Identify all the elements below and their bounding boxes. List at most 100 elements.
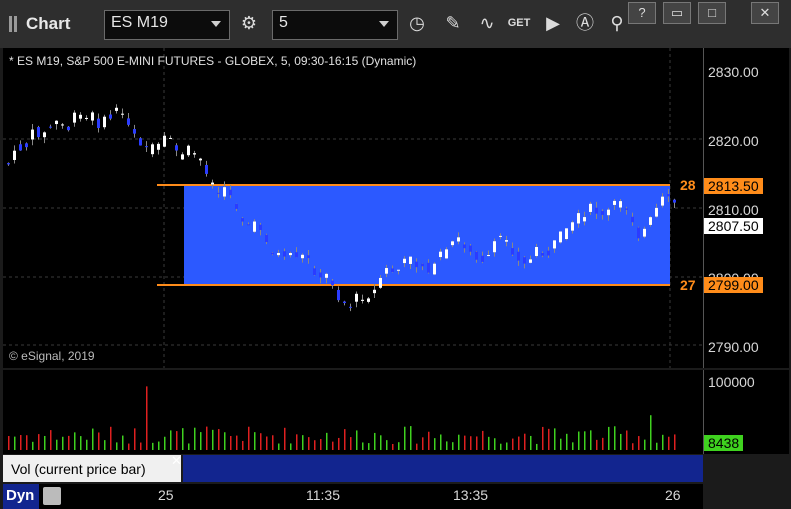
candle-body — [559, 231, 562, 243]
grip-handle-left[interactable] — [9, 16, 12, 32]
candle-body — [427, 262, 430, 273]
volume-bar — [368, 443, 370, 450]
candle-body — [493, 241, 496, 253]
volume-bar — [152, 442, 154, 450]
candle-body — [193, 153, 196, 155]
candle-body — [211, 182, 214, 185]
volume-bar — [182, 428, 184, 450]
volume-bar — [452, 442, 454, 450]
volume-bar — [584, 431, 586, 450]
dyn-box[interactable]: Dyn — [3, 484, 39, 509]
volume-bar — [344, 429, 346, 450]
candle-body — [205, 164, 208, 174]
volume-bar — [566, 433, 568, 450]
volume-axis[interactable]: 100000 8438 — [703, 370, 789, 454]
price-chart[interactable]: * ES M19, S&P 500 E-MINI FUTURES - GLOBE… — [3, 48, 703, 368]
price-axis[interactable]: 2830.00 2820.00 2810.00 2800.00 2790.00 … — [703, 48, 789, 368]
candle-body — [445, 249, 448, 259]
candle-body — [343, 301, 346, 304]
candle-body — [181, 154, 184, 160]
volume-bar — [350, 437, 352, 450]
candle-body — [349, 306, 352, 308]
volume-bar — [134, 428, 136, 450]
candle-body — [187, 145, 190, 156]
volume-bar — [104, 440, 106, 450]
volume-bar — [56, 439, 58, 450]
volume-tick: 100000 — [708, 374, 755, 390]
candle-body — [565, 228, 568, 240]
volume-bar — [224, 432, 226, 450]
volume-bar — [644, 439, 646, 450]
restore-button[interactable]: ▭ — [663, 2, 691, 24]
volume-bar — [242, 440, 244, 450]
candle-body — [421, 263, 424, 267]
pencil-icon[interactable]: ✎ — [440, 10, 466, 36]
volume-bar — [602, 437, 604, 450]
candle-body — [403, 258, 406, 264]
volume-bar — [170, 430, 172, 450]
volume-bar — [530, 435, 532, 450]
volume-panel[interactable] — [3, 370, 703, 454]
chevron-down-icon — [211, 21, 221, 27]
volume-bar — [272, 435, 274, 450]
symbol-selector[interactable]: ES M19 — [104, 10, 230, 40]
candle-body — [247, 224, 250, 226]
volume-bar — [332, 441, 334, 450]
link-icon[interactable]: ⚲ — [604, 10, 630, 36]
candle-body — [613, 200, 616, 205]
settings-gear-icon[interactable]: ⚙ — [236, 10, 262, 36]
play-icon[interactable]: ▶ — [540, 10, 566, 36]
volume-bar — [248, 426, 250, 450]
time-axis[interactable]: Dyn 25 11:35 13:35 26 — [3, 484, 703, 509]
candle-body — [85, 117, 88, 120]
candle-body — [97, 118, 100, 129]
close-icon[interactable]: ✕ — [171, 453, 182, 469]
volume-bar — [434, 438, 436, 450]
candle-body — [607, 209, 610, 216]
candle-body — [229, 189, 232, 196]
interval-selector[interactable]: 5 — [272, 10, 398, 40]
candle-body — [589, 203, 592, 212]
volume-bar — [308, 437, 310, 450]
volume-bar — [656, 442, 658, 450]
candle-body — [271, 252, 274, 255]
line-chart-icon[interactable]: ∿ — [474, 10, 500, 36]
volume-bar — [554, 428, 556, 450]
volume-bar — [632, 443, 634, 450]
volume-bar — [284, 427, 286, 450]
help-button[interactable]: ? — [628, 2, 656, 24]
candle-body — [361, 299, 364, 301]
candle-body — [307, 255, 310, 259]
volume-bar — [464, 435, 466, 450]
time-tick: 13:35 — [453, 487, 489, 503]
grip-handle-right[interactable] — [14, 16, 17, 32]
lock-icon[interactable] — [43, 487, 61, 505]
close-button[interactable]: ✕ — [751, 2, 779, 24]
volume-bar — [548, 428, 550, 450]
clock-icon[interactable]: ◷ — [404, 10, 430, 36]
volume-bar — [320, 439, 322, 450]
volume-legend[interactable]: Vol (current price bar) — [3, 455, 181, 482]
candle-body — [109, 114, 112, 119]
volume-bar — [80, 436, 82, 450]
candle-body — [295, 252, 298, 258]
candle-body — [553, 240, 556, 249]
candle-body — [19, 144, 22, 151]
volume-bar — [494, 438, 496, 450]
study-legend-bar — [183, 455, 703, 482]
candle-body — [61, 124, 64, 126]
candle-body — [283, 251, 286, 257]
candle-body — [487, 255, 490, 257]
volume-bar — [404, 426, 406, 450]
candle-body — [529, 259, 532, 263]
volume-bar — [212, 429, 214, 450]
volume-bar — [122, 435, 124, 450]
candle-body — [73, 112, 76, 123]
maximize-button[interactable]: □ — [698, 2, 726, 24]
get-data-icon[interactable]: GET — [506, 10, 532, 36]
alert-icon[interactable]: Ⓐ — [572, 10, 598, 36]
volume-bar — [590, 430, 592, 450]
volume-bar — [626, 430, 628, 450]
volume-bar — [128, 443, 130, 450]
candle-body — [145, 146, 148, 148]
